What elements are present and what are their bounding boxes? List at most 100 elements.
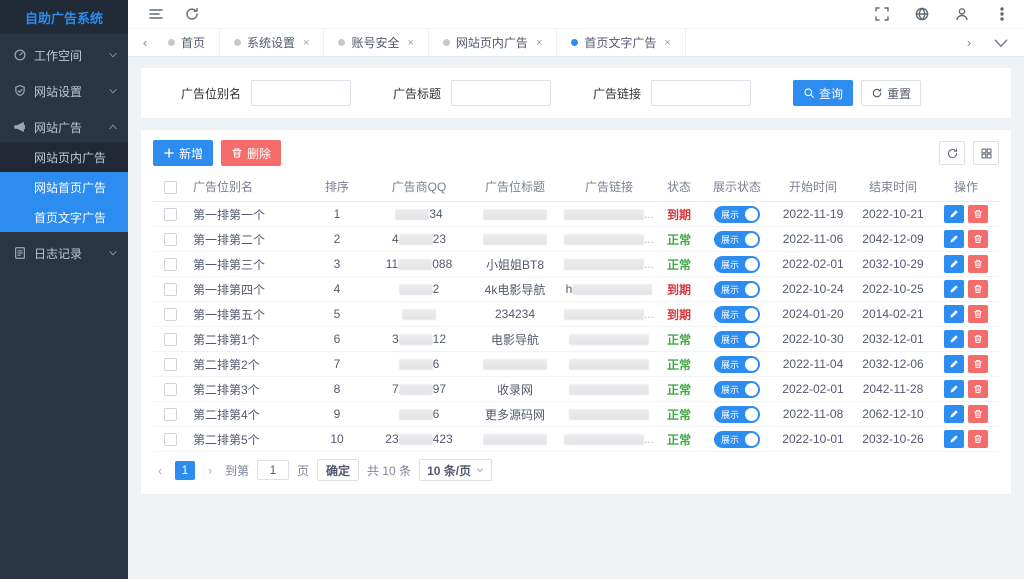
- censored-text: [563, 234, 644, 246]
- toggle-label: 展示: [721, 284, 740, 295]
- sidebar-submenu: 网站页内广告 网站首页广告 首页文字广告: [0, 142, 128, 232]
- advertiser-qq: 3 12: [391, 332, 447, 346]
- row-checkbox-cell: [153, 207, 187, 222]
- page-size-select[interactable]: 10 条/页: [419, 459, 493, 481]
- row-checkbox[interactable]: [163, 333, 177, 347]
- edit-button[interactable]: [944, 355, 964, 373]
- tab-账号安全[interactable]: 账号安全 ×: [324, 29, 429, 56]
- edit-button[interactable]: [944, 280, 964, 298]
- edit-button[interactable]: [944, 430, 964, 448]
- advertiser-qq: [369, 307, 469, 321]
- ad-link-input[interactable]: [651, 80, 752, 106]
- display-toggle[interactable]: 展示: [714, 255, 760, 273]
- globe-icon[interactable]: [914, 6, 930, 22]
- ad-alias-input[interactable]: [251, 80, 352, 106]
- row-checkbox[interactable]: [163, 233, 177, 247]
- refresh-icon[interactable]: [184, 6, 200, 22]
- display-toggle[interactable]: 展示: [714, 430, 760, 448]
- tabs-scroll-left-icon[interactable]: ‹: [136, 35, 154, 50]
- more-icon[interactable]: [994, 6, 1010, 22]
- user-icon[interactable]: [954, 6, 970, 22]
- display-toggle[interactable]: 展示: [714, 380, 760, 398]
- row-checkbox[interactable]: [163, 283, 177, 297]
- tab-close-icon[interactable]: ×: [664, 37, 670, 49]
- row-checkbox[interactable]: [163, 358, 177, 372]
- prev-page-icon[interactable]: ‹: [153, 463, 167, 478]
- reset-button[interactable]: 重置: [861, 80, 922, 106]
- edit-button[interactable]: [944, 305, 964, 323]
- row-delete-button[interactable]: [968, 355, 988, 373]
- menu-fold-icon[interactable]: [148, 6, 164, 22]
- advertiser-qq: 34: [369, 207, 469, 221]
- query-button[interactable]: 查询: [793, 80, 854, 106]
- tab-系统设置[interactable]: 系统设置 ×: [220, 29, 325, 56]
- row-delete-button[interactable]: [968, 430, 988, 448]
- row-checkbox[interactable]: [163, 258, 177, 272]
- display-toggle[interactable]: 展示: [714, 280, 760, 298]
- toggle-label: 展示: [721, 384, 740, 395]
- row-delete-button[interactable]: [968, 255, 988, 273]
- toggle-label: 展示: [721, 309, 740, 320]
- edit-button[interactable]: [944, 380, 964, 398]
- display-toggle[interactable]: 展示: [714, 330, 760, 348]
- display-toggle[interactable]: 展示: [714, 305, 760, 323]
- table-refresh-button[interactable]: [939, 141, 965, 165]
- chevron-down-icon: [108, 86, 118, 96]
- sidebar-item-日志记录[interactable]: 日志记录: [0, 238, 128, 268]
- sidebar-subitem-网站页内广告[interactable]: 网站页内广告: [0, 142, 128, 172]
- row-checkbox[interactable]: [163, 383, 177, 397]
- delete-button[interactable]: 删除: [221, 140, 282, 166]
- display-toggle[interactable]: 展示: [714, 205, 760, 223]
- column-settings-button[interactable]: [973, 141, 999, 165]
- table-row: 第一排第五个 5 234234... 到期 展示 2024-01-20 2014-02-21: [153, 302, 999, 327]
- goto-confirm-button[interactable]: 确定: [317, 459, 360, 481]
- add-button[interactable]: 新增: [153, 140, 214, 166]
- edit-button[interactable]: [944, 330, 964, 348]
- sidebar-subitem-首页文字广告[interactable]: 首页文字广告: [0, 202, 128, 232]
- row-checkbox[interactable]: [163, 433, 177, 447]
- fullscreen-icon[interactable]: [874, 6, 890, 22]
- goto-page-input[interactable]: [257, 460, 290, 480]
- next-page-icon[interactable]: ›: [203, 463, 217, 478]
- edit-button[interactable]: [944, 205, 964, 223]
- row-checkbox[interactable]: [163, 308, 177, 322]
- tab-close-icon[interactable]: ×: [303, 37, 309, 49]
- row-delete-button[interactable]: [968, 230, 988, 248]
- row-delete-button[interactable]: [968, 405, 988, 423]
- display-toggle[interactable]: 展示: [714, 230, 760, 248]
- tab-网站页内广告[interactable]: 网站页内广告 ×: [429, 29, 558, 56]
- edit-button[interactable]: [944, 255, 964, 273]
- edit-button[interactable]: [944, 230, 964, 248]
- ad-sort: 8: [333, 382, 341, 396]
- row-checkbox[interactable]: [163, 408, 177, 422]
- status-badge: 到期: [666, 207, 691, 222]
- link-ellipsis: ...: [643, 232, 654, 246]
- sidebar-item-工作空间[interactable]: 工作空间: [0, 40, 128, 70]
- row-delete-button[interactable]: [968, 205, 988, 223]
- tab-首页文字广告[interactable]: 首页文字广告 ×: [557, 29, 686, 56]
- row-delete-button[interactable]: [968, 380, 988, 398]
- select-all-checkbox[interactable]: [163, 180, 177, 194]
- end-date: 2022-10-25: [862, 282, 924, 296]
- caret-down-icon: [476, 466, 484, 474]
- edit-button[interactable]: [944, 405, 964, 423]
- display-toggle[interactable]: 展示: [714, 405, 760, 423]
- tab-首页[interactable]: 首页: [154, 29, 221, 56]
- display-toggle[interactable]: 展示: [714, 355, 760, 373]
- tabs-dropdown-icon[interactable]: [992, 34, 1010, 52]
- row-delete-button[interactable]: [968, 280, 988, 298]
- tab-close-icon[interactable]: ×: [536, 37, 542, 49]
- row-delete-button[interactable]: [968, 305, 988, 323]
- sidebar-item-网站设置[interactable]: 网站设置: [0, 76, 128, 106]
- page-number-button[interactable]: 1: [175, 460, 195, 480]
- tab-close-icon[interactable]: ×: [407, 37, 413, 49]
- ad-title-input[interactable]: [451, 80, 552, 106]
- ad-link: [561, 407, 657, 421]
- tabs-scroll-right-icon[interactable]: ›: [960, 35, 978, 50]
- display-state-cell: 展示: [701, 255, 773, 273]
- sidebar-item-网站广告[interactable]: 网站广告: [0, 112, 128, 142]
- row-actions: [933, 280, 999, 298]
- row-checkbox[interactable]: [163, 208, 177, 222]
- sidebar-subitem-网站首页广告[interactable]: 网站首页广告: [0, 172, 128, 202]
- row-delete-button[interactable]: [968, 330, 988, 348]
